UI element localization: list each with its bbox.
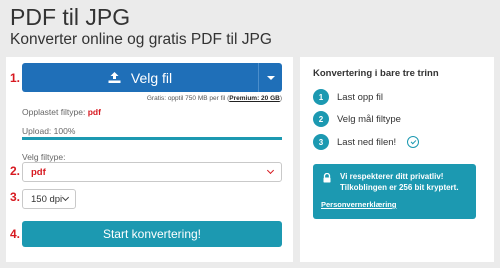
step-marker-2: 2. (10, 164, 21, 178)
step-label: Velg mål filtype (337, 113, 401, 125)
steps-panel (300, 57, 494, 262)
upload-progress-label: Upload: 100% (22, 126, 76, 136)
privacy-policy-link[interactable]: Personvernerklæring (321, 200, 396, 209)
check-circle-icon (407, 136, 420, 148)
privacy-notice: Vi respekterer ditt privatliv! Tilkoblin… (313, 164, 476, 219)
uploaded-filetype-value: pdf (87, 107, 101, 117)
file-size-limit: Gratis: opptil 750 MB per fil (Premium: … (146, 95, 282, 102)
step-number-badge: 1 (313, 89, 329, 105)
chevron-down-icon (61, 193, 70, 202)
premium-link[interactable]: Premium: 20 GB (229, 95, 280, 102)
step-item-1: 1 Last opp fil (313, 89, 383, 105)
start-conversion-button[interactable]: Start konvertering! (22, 221, 282, 247)
dpi-select[interactable]: 150 dpi (22, 189, 76, 209)
page-subtitle: Konverter online og gratis PDF til JPG (10, 31, 272, 48)
privacy-text: Vi respekterer ditt privatliv! Tilkoblin… (340, 172, 459, 192)
caret-down-icon (266, 75, 275, 80)
step-marker-4: 4. (10, 227, 21, 241)
step-label: Last opp fil (337, 91, 383, 103)
page-title: PDF til JPG (10, 4, 131, 30)
upload-icon (108, 72, 121, 83)
step-label: Last ned filen! (337, 136, 397, 148)
step-number-badge: 2 (313, 111, 329, 127)
target-format-value: pdf (31, 166, 46, 178)
steps-title: Konvertering i bare tre trinn (313, 68, 439, 79)
dpi-value: 150 dpi (31, 193, 63, 205)
target-format-select[interactable]: pdf (22, 162, 282, 182)
upload-progress-bar (22, 137, 282, 140)
step-number-badge: 3 (313, 134, 329, 150)
chevron-down-icon (266, 166, 275, 175)
select-filetype-label: Velg filtype: (22, 152, 66, 162)
upload-source-dropdown[interactable] (258, 63, 282, 92)
step-item-3: 3 Last ned filen! (313, 134, 420, 150)
uploaded-filetype: Opplastet filtype: pdf (22, 107, 101, 117)
choose-file-button[interactable]: Velg fil (22, 63, 282, 92)
step-item-2: 2 Velg mål filtype (313, 111, 401, 127)
upload-progress-fill (22, 137, 282, 140)
choose-file-label: Velg fil (130, 69, 173, 86)
choose-file-main[interactable]: Velg fil (22, 63, 258, 92)
step-marker-1: 1. (10, 71, 21, 85)
step-marker-3: 3. (10, 190, 21, 204)
lock-icon (323, 173, 331, 183)
